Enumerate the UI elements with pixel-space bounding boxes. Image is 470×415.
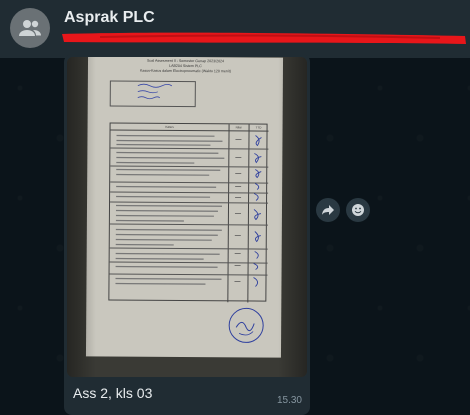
emoji-icon: [352, 204, 364, 216]
photo-shading: [67, 57, 307, 377]
message-time: 15.30: [276, 395, 302, 406]
chat-header[interactable]: Asprak PLC: [0, 0, 470, 58]
chat-title: Asprak PLC: [64, 9, 155, 26]
emoji-reaction-button[interactable]: [346, 198, 370, 222]
document-photo[interactable]: Soal Assesment II - Semester Genap 2023/…: [67, 57, 307, 377]
group-avatar[interactable]: [10, 8, 50, 48]
message-caption: Ass 2, kls 03: [73, 385, 153, 401]
forward-icon: [322, 205, 334, 215]
group-icon: [19, 20, 41, 36]
image-message-bubble[interactable]: Soal Assesment II - Semester Genap 2023/…: [64, 54, 310, 415]
forward-button[interactable]: [316, 198, 340, 222]
redaction-mark: [62, 32, 466, 44]
